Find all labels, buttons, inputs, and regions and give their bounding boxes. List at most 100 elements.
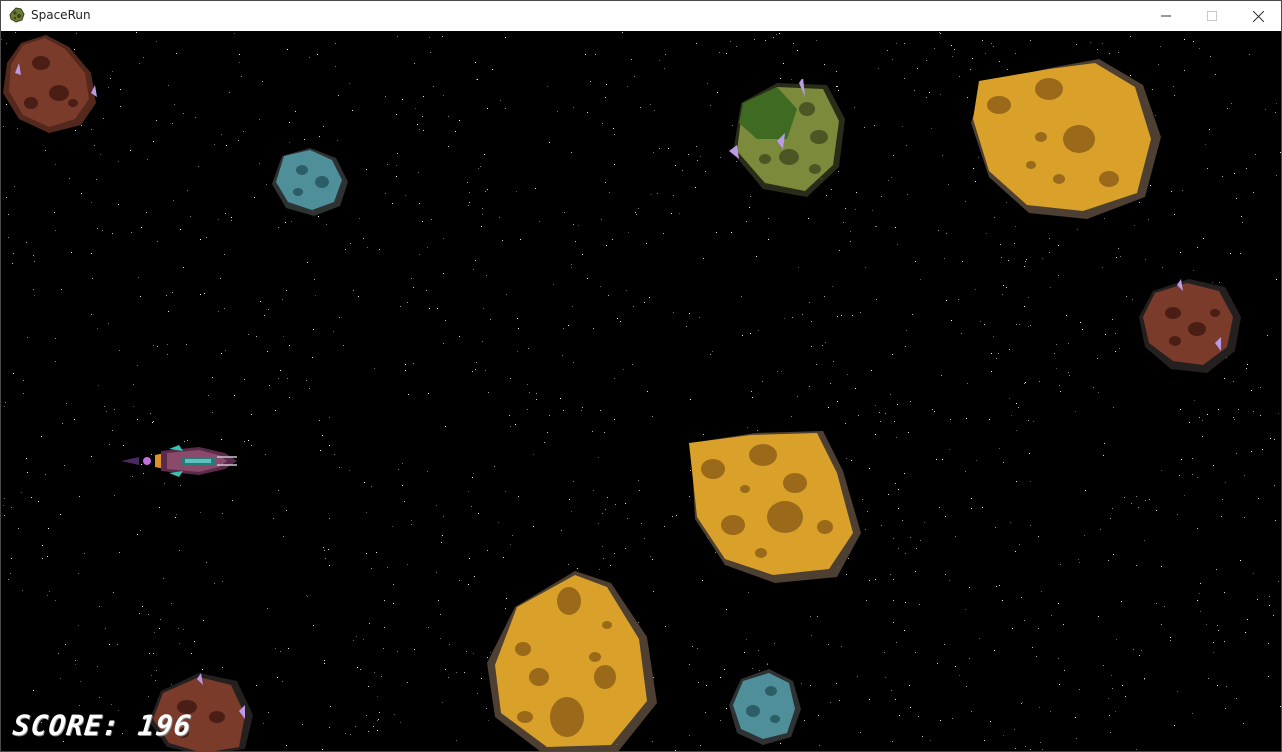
star: [431, 219, 432, 220]
star: [891, 177, 892, 178]
maximize-button[interactable]: [1189, 1, 1235, 31]
star: [675, 750, 676, 751]
star: [744, 652, 745, 653]
game-canvas[interactable]: SCORE: 196: [1, 31, 1281, 751]
star: [950, 419, 951, 420]
star: [847, 374, 848, 375]
star: [1124, 497, 1125, 498]
star: [6, 197, 7, 198]
star: [1112, 688, 1113, 689]
star: [765, 40, 766, 41]
star: [1116, 257, 1117, 258]
star: [472, 477, 473, 478]
star: [99, 697, 100, 698]
star: [291, 221, 292, 222]
star: [622, 32, 623, 33]
star: [136, 32, 137, 33]
star: [248, 440, 249, 441]
star: [1058, 658, 1059, 659]
star: [1251, 390, 1252, 391]
star: [810, 685, 811, 686]
star: [405, 195, 406, 196]
star: [614, 553, 615, 554]
star: [811, 346, 812, 347]
star: [140, 296, 141, 297]
star: [1192, 713, 1193, 714]
star: [71, 252, 72, 253]
star: [1103, 455, 1104, 456]
star: [1130, 36, 1131, 37]
star: [1118, 52, 1119, 53]
title-bar[interactable]: SpaceRun: [1, 1, 1281, 31]
star: [828, 407, 829, 408]
star: [55, 361, 56, 362]
star: [736, 46, 737, 47]
star: [879, 412, 880, 413]
star: [405, 364, 406, 365]
star: [1262, 449, 1263, 450]
star: [939, 507, 940, 508]
star: [402, 463, 403, 464]
star: [99, 606, 100, 607]
star: [1240, 560, 1241, 561]
star: [183, 113, 184, 114]
star: [1200, 583, 1201, 584]
star: [668, 148, 669, 149]
star: [1161, 624, 1162, 625]
star: [114, 409, 115, 410]
star: [1054, 353, 1055, 354]
star: [934, 411, 935, 412]
star: [381, 676, 382, 677]
star: [547, 86, 548, 87]
star: [472, 371, 473, 372]
star: [459, 336, 460, 337]
star: [13, 373, 14, 374]
star: [65, 644, 66, 645]
player-spaceship[interactable]: [121, 445, 241, 477]
star: [1170, 640, 1171, 641]
close-button[interactable]: [1235, 1, 1281, 31]
star: [166, 295, 167, 296]
star: [719, 52, 720, 53]
star: [1042, 749, 1043, 750]
minimize-button[interactable]: [1143, 1, 1189, 31]
star: [850, 231, 851, 232]
star: [1025, 261, 1026, 262]
star: [335, 66, 336, 67]
star: [5, 402, 6, 403]
star: [818, 715, 819, 716]
star: [353, 640, 354, 641]
star: [510, 544, 511, 545]
star: [419, 254, 420, 255]
star: [1125, 696, 1126, 697]
star: [414, 649, 415, 650]
star: [1049, 238, 1050, 239]
star: [751, 391, 752, 392]
star: [875, 434, 876, 435]
star: [720, 677, 721, 678]
star: [891, 690, 892, 691]
star: [967, 383, 968, 384]
star: [1003, 462, 1004, 463]
star: [477, 79, 478, 80]
star: [1258, 498, 1259, 499]
star: [91, 253, 92, 254]
star: [605, 509, 606, 510]
star: [1030, 525, 1031, 526]
star: [585, 54, 586, 55]
star: [392, 203, 393, 204]
star: [748, 592, 749, 593]
star: [167, 344, 168, 345]
star: [1056, 368, 1057, 369]
star: [1164, 606, 1165, 607]
star: [8, 579, 9, 580]
star: [1161, 470, 1162, 471]
star: [944, 258, 945, 259]
star: [809, 386, 810, 387]
star: [892, 59, 893, 60]
star: [703, 258, 704, 259]
star: [295, 111, 296, 112]
star: [149, 653, 150, 654]
star: [613, 128, 614, 129]
star: [1145, 259, 1146, 260]
